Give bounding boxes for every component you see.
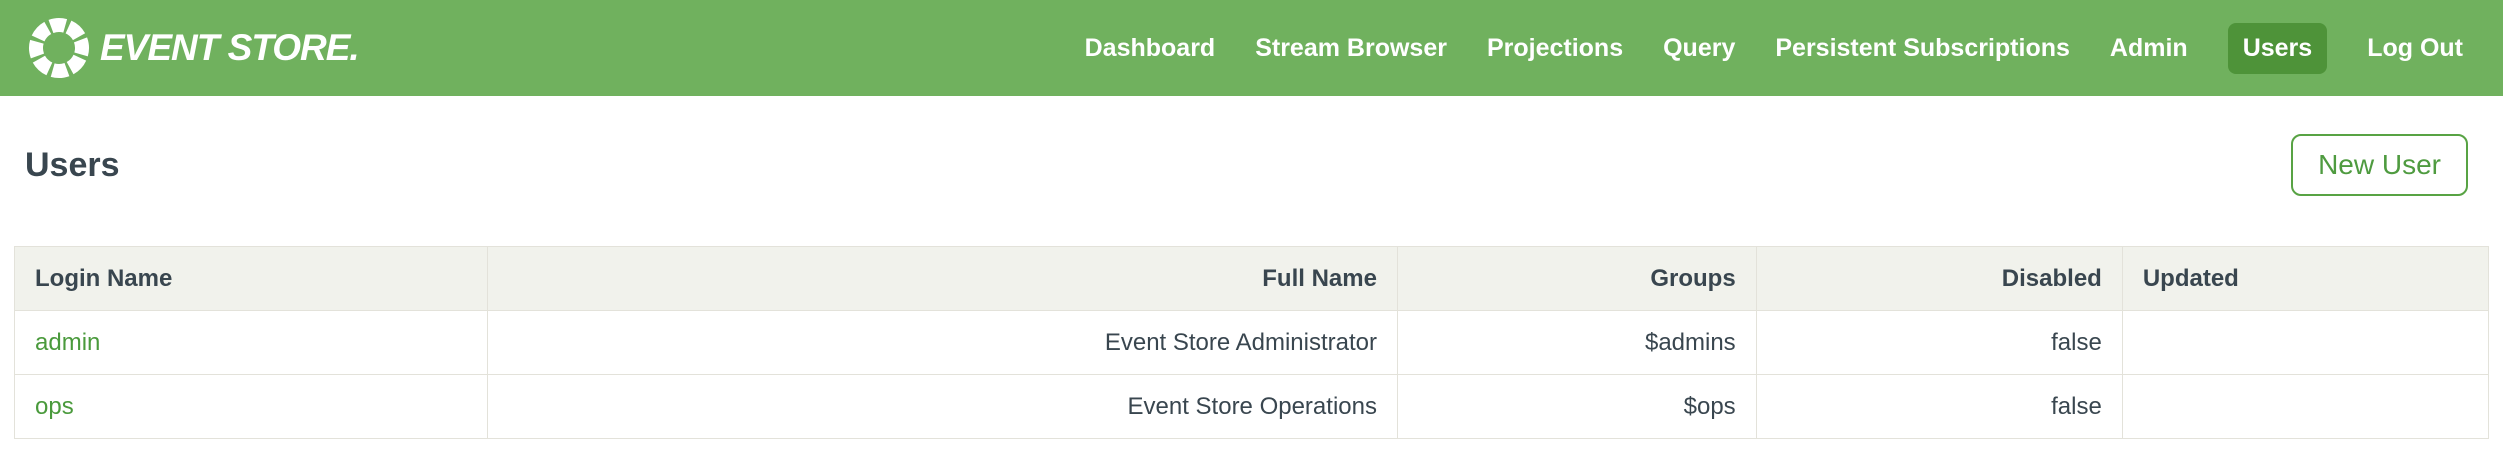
- column-header-full-name: Full Name: [487, 247, 1397, 311]
- nav-item-query[interactable]: Query: [1663, 23, 1735, 74]
- user-link-ops[interactable]: ops: [35, 393, 74, 420]
- brand-wordmark: EVENT STORE.: [100, 27, 359, 69]
- column-header-updated: Updated: [2122, 247, 2488, 311]
- cell-disabled: false: [1756, 311, 2122, 375]
- main-nav: Dashboard Stream Browser Projections Que…: [1085, 23, 2463, 74]
- cell-groups: $admins: [1397, 311, 1756, 375]
- event-store-logo: EVENT STORE.: [28, 17, 359, 79]
- cell-full-name: Event Store Operations: [487, 375, 1397, 439]
- new-user-button[interactable]: New User: [2291, 134, 2468, 196]
- cell-disabled: false: [1756, 375, 2122, 439]
- event-store-shutter-icon: [28, 17, 90, 79]
- table-row: admin Event Store Administrator $admins …: [15, 311, 2489, 375]
- cell-updated: [2122, 375, 2488, 439]
- page-heading-row: Users New User: [0, 96, 2503, 196]
- column-header-disabled: Disabled: [1756, 247, 2122, 311]
- page-title: Users: [25, 146, 120, 185]
- table-row: ops Event Store Operations $ops false: [15, 375, 2489, 439]
- nav-item-persistent-subscriptions[interactable]: Persistent Subscriptions: [1775, 23, 2070, 74]
- nav-item-log-out[interactable]: Log Out: [2367, 23, 2463, 74]
- user-link-admin[interactable]: admin: [35, 329, 100, 356]
- nav-item-dashboard[interactable]: Dashboard: [1085, 23, 1216, 74]
- users-table: Login Name Full Name Groups Disabled Upd…: [14, 246, 2489, 439]
- cell-updated: [2122, 311, 2488, 375]
- app-header: EVENT STORE. Dashboard Stream Browser Pr…: [0, 0, 2503, 96]
- column-header-login-name: Login Name: [15, 247, 488, 311]
- cell-groups: $ops: [1397, 375, 1756, 439]
- cell-full-name: Event Store Administrator: [487, 311, 1397, 375]
- nav-item-stream-browser[interactable]: Stream Browser: [1255, 23, 1447, 74]
- table-header-row: Login Name Full Name Groups Disabled Upd…: [15, 247, 2489, 311]
- nav-item-admin[interactable]: Admin: [2110, 23, 2188, 74]
- nav-item-users[interactable]: Users: [2228, 23, 2328, 74]
- column-header-groups: Groups: [1397, 247, 1756, 311]
- nav-item-projections[interactable]: Projections: [1487, 23, 1623, 74]
